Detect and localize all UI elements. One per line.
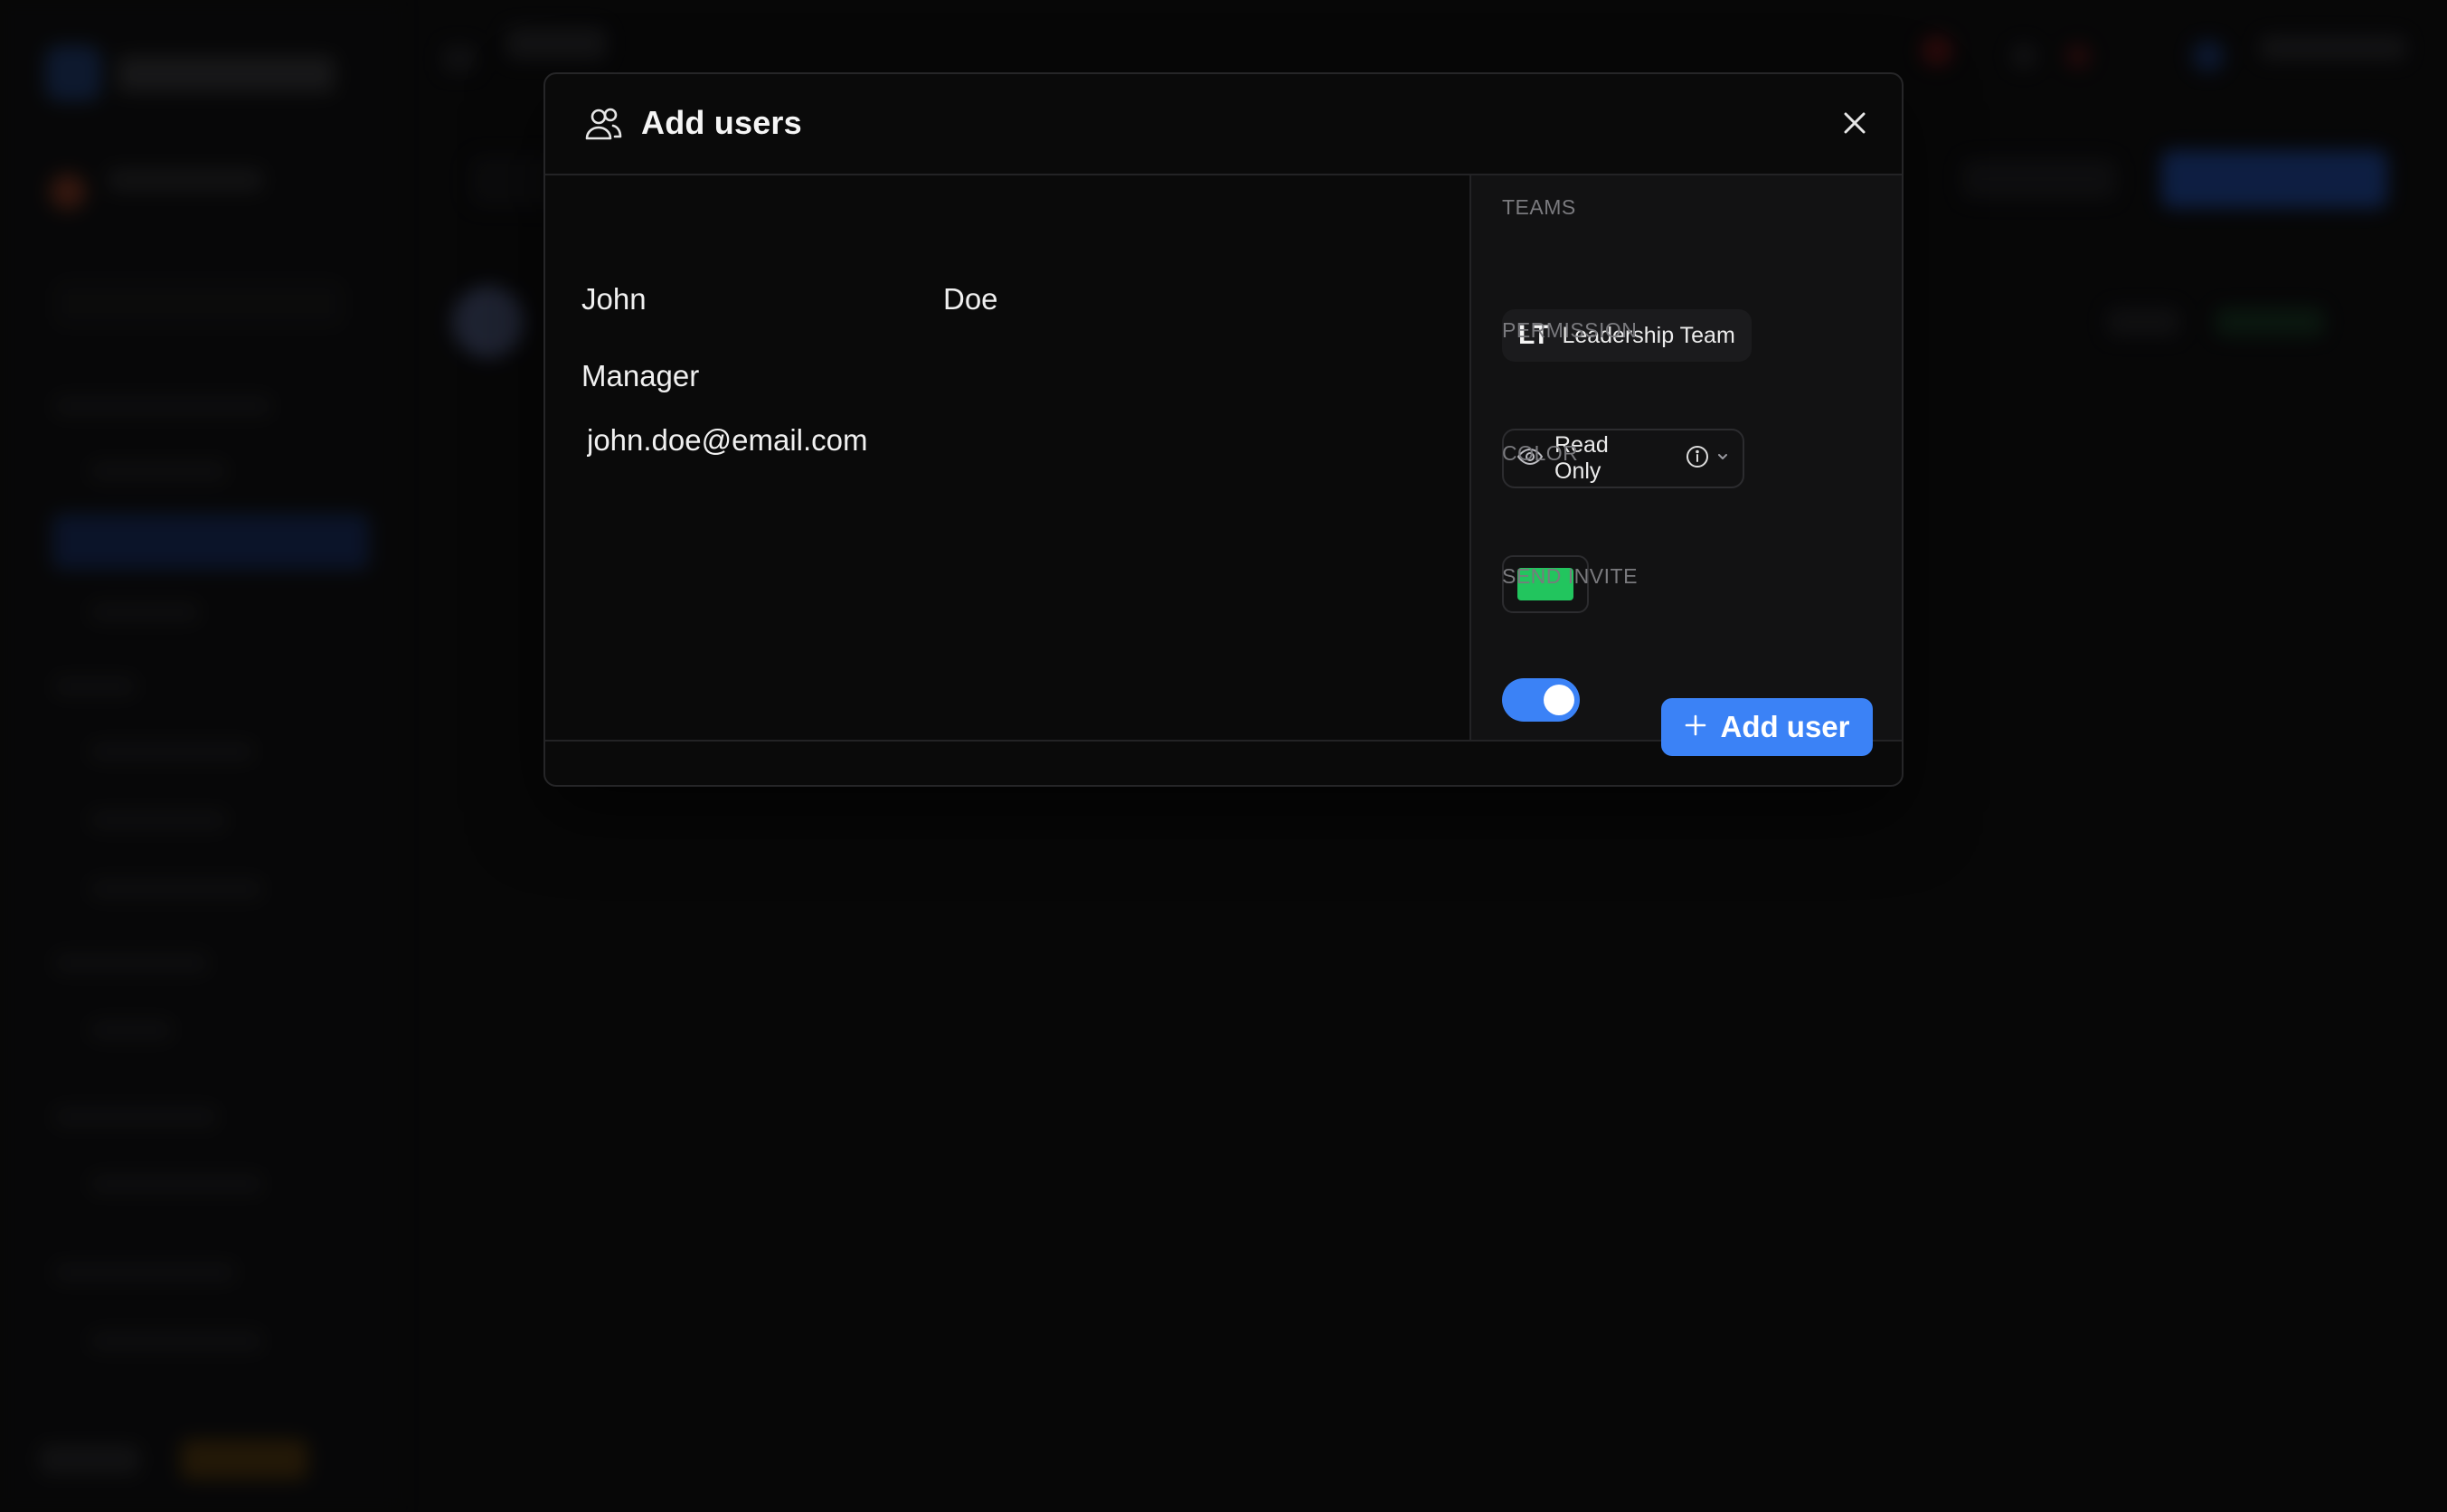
add-user-label: Add user [1720, 710, 1850, 743]
toggle-knob [1544, 685, 1574, 715]
color-label: COLOR [1502, 441, 1579, 465]
add-users-modal: Add users TEAMS LT Leadership Team PERMI… [543, 72, 1904, 787]
last-name-input[interactable] [943, 277, 1269, 322]
plus-icon [1684, 710, 1707, 744]
teams-label: TEAMS [1502, 195, 1576, 219]
job-title-input[interactable] [581, 354, 1034, 399]
user-details-form [545, 175, 1469, 742]
modal-header: Add users [545, 74, 1902, 175]
info-icon[interactable] [1685, 444, 1710, 474]
close-icon [1841, 109, 1868, 141]
permission-label: PERMISSION [1502, 318, 1638, 342]
modal-title: Add users [641, 104, 802, 141]
send-invite-label: SEND INVITE [1502, 564, 1638, 588]
email-input[interactable] [587, 418, 1220, 463]
send-invite-toggle[interactable] [1502, 678, 1580, 722]
close-button[interactable] [1835, 105, 1875, 145]
add-user-button[interactable]: Add user [1661, 698, 1873, 756]
user-settings-panel: TEAMS LT Leadership Team PERMISSION Read… [1469, 175, 1902, 742]
modal-body: TEAMS LT Leadership Team PERMISSION Read… [545, 175, 1902, 742]
chevron-down-icon [1715, 449, 1730, 468]
users-icon [583, 105, 623, 145]
first-name-input[interactable] [581, 277, 907, 322]
